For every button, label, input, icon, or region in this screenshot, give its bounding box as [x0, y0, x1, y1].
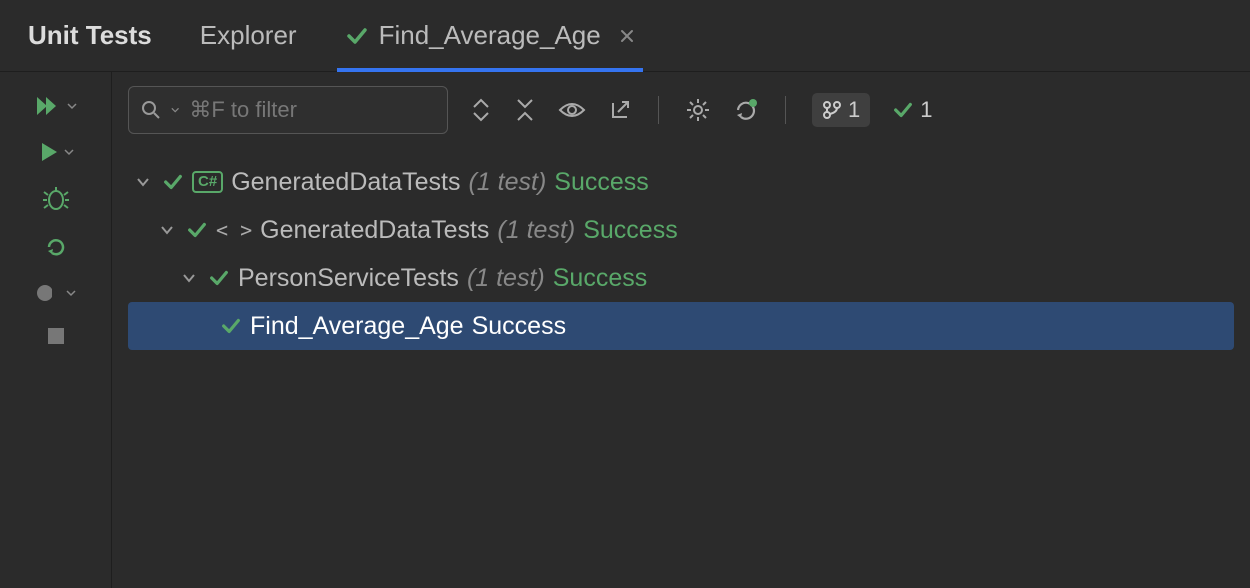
- check-icon: [345, 24, 369, 48]
- branch-badge[interactable]: 1: [812, 93, 870, 127]
- divider: [785, 96, 786, 124]
- collapse-all-button[interactable]: [514, 97, 536, 123]
- tab-find-average-age[interactable]: Find_Average_Age: [345, 0, 635, 71]
- search-icon: [141, 100, 161, 120]
- breakpoint-button[interactable]: [36, 282, 76, 304]
- csharp-icon: C#: [192, 171, 223, 193]
- check-icon: [162, 171, 184, 193]
- node-label: Find_Average_Age: [250, 312, 464, 341]
- test-tree: C# GeneratedDataTests (1 test) Success <…: [128, 158, 1234, 350]
- stop-button[interactable]: [46, 326, 66, 346]
- filter-input[interactable]: [189, 97, 435, 123]
- check-icon: [220, 315, 242, 337]
- node-status: Success: [583, 216, 677, 245]
- chevron-down-icon[interactable]: [156, 223, 178, 237]
- node-count: (1 test): [468, 168, 546, 197]
- chevron-down-icon: [171, 105, 179, 115]
- node-status: Success: [554, 168, 648, 197]
- rerun-button[interactable]: [43, 234, 69, 260]
- close-icon[interactable]: [619, 28, 635, 44]
- refresh-button[interactable]: [733, 97, 759, 123]
- left-rail: [0, 72, 112, 588]
- export-button[interactable]: [608, 98, 632, 122]
- pass-number: 1: [920, 97, 932, 123]
- node-label: PersonServiceTests: [238, 264, 459, 293]
- tree-node-test[interactable]: Find_Average_Age Success: [128, 302, 1234, 350]
- branch-icon: [822, 100, 842, 120]
- passed-count: 1: [892, 97, 932, 123]
- node-label: GeneratedDataTests: [260, 216, 489, 245]
- chevron-down-icon: [67, 101, 77, 111]
- tab-label: Find_Average_Age: [379, 20, 601, 51]
- branch-count: 1: [848, 97, 860, 123]
- main-panel: 1 1 C# GeneratedDataTests (1 test): [112, 72, 1250, 588]
- node-status: Success: [553, 264, 647, 293]
- chevron-down-icon: [64, 147, 74, 157]
- tab-label: Unit Tests: [28, 20, 152, 51]
- check-icon: [892, 99, 914, 121]
- settings-button[interactable]: [685, 97, 711, 123]
- expand-all-button[interactable]: [470, 97, 492, 123]
- chevron-down-icon[interactable]: [132, 175, 154, 189]
- tab-bar: Unit Tests Explorer Find_Average_Age: [0, 0, 1250, 72]
- tab-explorer[interactable]: Explorer: [200, 0, 297, 71]
- chevron-down-icon[interactable]: [178, 271, 200, 285]
- tree-node-namespace[interactable]: < > GeneratedDataTests (1 test) Success: [128, 206, 1234, 254]
- show-hide-button[interactable]: [558, 100, 586, 120]
- node-count: (1 test): [497, 216, 575, 245]
- node-count: (1 test): [467, 264, 545, 293]
- tree-node-class[interactable]: PersonServiceTests (1 test) Success: [128, 254, 1234, 302]
- divider: [658, 96, 659, 124]
- chevron-down-icon: [66, 288, 76, 298]
- namespace-icon: < >: [216, 218, 252, 242]
- toolbar: 1 1: [128, 84, 1234, 136]
- node-label: GeneratedDataTests: [231, 168, 460, 197]
- filter-input-wrapper[interactable]: [128, 86, 448, 134]
- debug-button[interactable]: [42, 186, 70, 212]
- tab-label: Explorer: [200, 20, 297, 51]
- run-button[interactable]: [38, 140, 74, 164]
- tree-node-assembly[interactable]: C# GeneratedDataTests (1 test) Success: [128, 158, 1234, 206]
- run-all-button[interactable]: [35, 94, 77, 118]
- check-icon: [208, 267, 230, 289]
- node-status: Success: [472, 312, 566, 341]
- tab-unit-tests[interactable]: Unit Tests: [28, 0, 152, 71]
- check-icon: [186, 219, 208, 241]
